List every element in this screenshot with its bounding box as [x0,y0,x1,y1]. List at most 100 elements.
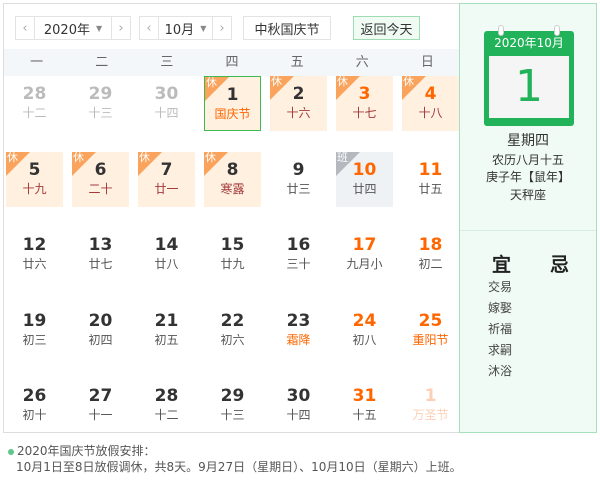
day-number: 18 [418,235,443,255]
year-selector[interactable]: ‹ 2020年 ▼ › [15,16,131,40]
lunar-date: 十三 [88,106,113,120]
day-cell[interactable]: 9 廿三 [270,152,327,207]
rest-badge: 休 [7,150,18,164]
day-cell[interactable]: 13 廿七 [72,227,129,282]
day-number: 27 [88,386,113,406]
day-cell[interactable]: 23 霜降 [270,303,327,358]
day-cell[interactable]: 11 廿五 [402,152,459,207]
lunar-date: 廿九 [220,257,245,271]
lunar-date: 廿三 [286,181,311,196]
day-number: 21 [154,310,179,331]
lunar-date: 国庆节 [214,107,251,121]
day-cell[interactable]: 20 初四 [72,303,129,358]
note-body: 10月1日至8日放假调休，共8天。9月27日（星期日）、10月10日（星期六）上… [16,460,462,474]
day-cell[interactable]: 14 廿八 [138,227,195,282]
weekday-label: 四 [225,55,239,70]
next-month-button[interactable]: › [213,21,231,36]
day-cell[interactable]: 31 十五 [336,378,393,433]
return-today-button[interactable]: 返回今天 [353,16,420,40]
rest-badge: 休 [139,150,150,164]
lunar-date: 重阳节 [412,332,449,347]
yi-item: 嫁娶 [488,301,513,315]
day-cell[interactable]: 26 初十 [6,378,63,433]
prev-year-button[interactable]: ‹ [16,21,34,36]
day-cell[interactable]: 16 三十 [270,227,327,282]
day-cell[interactable]: 休 8 寒露 [204,151,261,207]
lunar-date: 廿五 [418,181,443,196]
month-selector[interactable]: ‹ 10月 ▼ › [139,16,232,40]
day-number: 24 [352,310,377,331]
day-cell[interactable]: 休 5 十九 [6,150,63,207]
day-cell[interactable]: 27 十一 [72,378,129,433]
day-cell[interactable]: 17 九月小 [336,227,393,282]
lunar-date: 十一 [88,408,113,422]
year-dropdown[interactable]: 2020年 ▼ [34,17,112,39]
yi-item: 祈福 [488,322,513,336]
calendar-panel: ‹ 2020年 ▼ › ‹ 10月 ▼ › 中秋国庆节 返回今天 一 二 三 四 五 六 日 2… [3,3,460,433]
day-cell[interactable]: 18 初二 [402,227,459,282]
rest-badge: 休 [206,76,217,89]
holiday-dropdown[interactable]: 中秋国庆节 [243,16,331,40]
lunar-date: 十五 [352,408,377,422]
day-number: 12 [22,235,47,255]
lunar-date: 初十 [22,408,47,422]
day-cell[interactable]: 休 4 十八 [402,75,459,131]
day-number: 9 [292,159,305,180]
day-cell[interactable]: 休 1 国庆节 [204,76,261,131]
day-number: 19 [22,310,47,331]
lunar-date: 二十 [88,181,113,196]
lunar-date: 九月小 [346,257,383,271]
day-cell[interactable]: 22 初六 [204,303,261,358]
day-cell[interactable]: 1 万圣节 [402,378,459,433]
chevron-down-icon: ▼ [200,23,207,33]
weekday-label: 二 [95,55,109,70]
work-badge: 班 [337,150,348,164]
month-dropdown[interactable]: 10月 ▼ [158,17,213,39]
day-detail-panel: 2020年10月 1 星期四 农历八月十五 庚子年【鼠年】 天秤座 宜 忌 交易… [459,3,597,433]
lunar-date: 廿四 [352,181,377,196]
detail-constellation: 天秤座 [509,188,546,202]
day-number: 22 [220,310,245,331]
day-cell[interactable]: 30 十四 [138,76,195,131]
day-cell[interactable]: 15 廿九 [204,227,261,282]
rest-badge: 休 [403,75,414,88]
day-number: 25 [418,310,443,331]
next-year-button[interactable]: › [112,21,130,36]
detail-lunar: 农历八月十五 [491,153,564,167]
holiday-note: 2020年国庆节放假安排： 10月1日至8日放假调休，共8天。9月27日（星期日… [8,443,462,475]
day-cell[interactable]: 28 十二 [6,76,63,131]
lunar-date: 十七 [352,106,377,120]
lunar-date: 廿一 [154,181,179,196]
lunar-date: 十八 [418,106,443,120]
day-cell[interactable]: 19 初三 [6,303,63,358]
lunar-date: 初八 [352,332,377,347]
day-number: 30 [286,386,311,406]
day-cell[interactable]: 25 重阳节 [402,303,459,358]
day-cell[interactable]: 休 7 廿一 [138,150,195,207]
day-cell[interactable]: 29 十三 [72,76,129,131]
day-cell[interactable]: 29 十三 [204,378,261,433]
day-number: 1 [424,386,437,406]
day-number: 11 [418,159,443,180]
day-cell[interactable]: 班 10 廿四 [336,150,393,207]
day-cell[interactable]: 休 6 二十 [72,150,129,207]
day-number: 16 [286,235,311,255]
rest-badge: 休 [73,150,84,164]
lunar-date: 三十 [286,257,311,271]
day-cell[interactable]: 21 初五 [138,303,195,358]
lunar-date: 霜降 [286,332,311,347]
lunar-date: 廿八 [154,257,179,271]
day-cell[interactable]: 12 廿六 [6,227,63,282]
day-cell[interactable]: 30 十四 [270,378,327,433]
lunar-date: 万圣节 [412,408,449,422]
lunar-date: 初三 [22,332,47,347]
weekday-header: 一二三四五六日 [4,49,460,76]
day-number: 23 [286,310,311,331]
day-cell[interactable]: 24 初八 [336,303,393,358]
day-cell[interactable]: 休 2 十六 [270,75,327,131]
calendar-page-icon: 2020年10月 1 [484,25,574,126]
day-cell[interactable]: 28 十二 [138,378,195,433]
prev-month-button[interactable]: ‹ [140,21,158,36]
yi-heading: 宜 [492,254,512,276]
day-cell[interactable]: 休 3 十七 [336,75,393,131]
